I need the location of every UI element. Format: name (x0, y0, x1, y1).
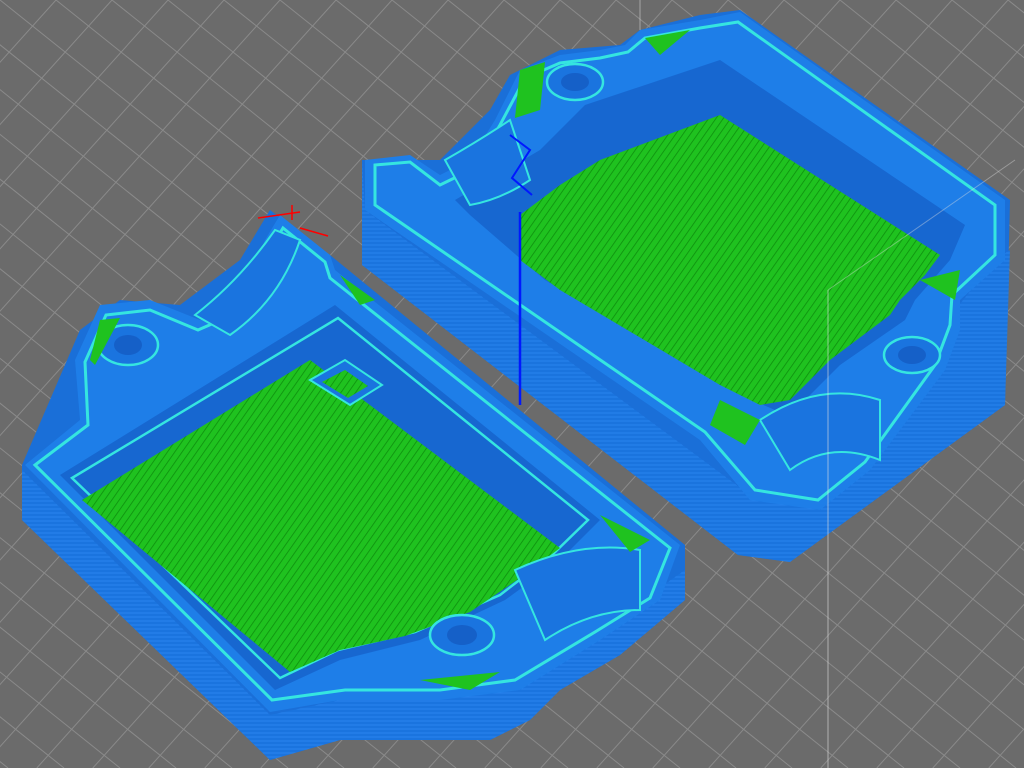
gcode-preview-viewport[interactable] (0, 0, 1024, 768)
preview-3d-scene[interactable] (0, 0, 1024, 768)
